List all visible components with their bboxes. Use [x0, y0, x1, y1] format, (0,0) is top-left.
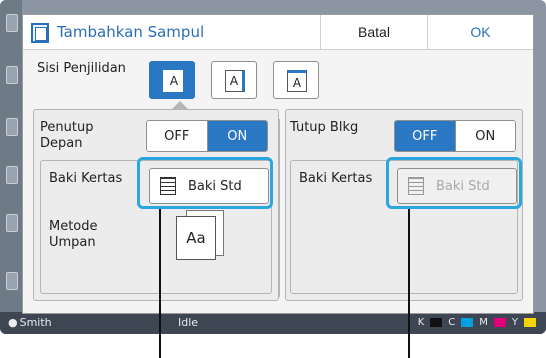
ink-levels: K C M Y: [418, 317, 536, 328]
front-cover-label: Penutup Depan: [40, 120, 94, 151]
ink-bar-c: [461, 318, 474, 327]
front-tray-label: Baki Kertas: [49, 171, 123, 186]
callout-line: [408, 209, 410, 358]
dialog-titlebar: Tambahkan Sampul Batal OK: [23, 15, 533, 50]
back-tray-label: Baki Kertas: [299, 171, 373, 186]
binding-top-button[interactable]: A: [273, 61, 319, 99]
section-divider: [279, 119, 280, 297]
dialog-title: Tambahkan Sampul: [57, 23, 205, 41]
binding-left-button[interactable]: A: [149, 61, 195, 99]
front-cover-on-button[interactable]: ON: [206, 121, 267, 151]
front-cover-off-button[interactable]: OFF: [147, 121, 207, 151]
binding-left-icon: A: [163, 70, 183, 92]
ink-label-c: C: [448, 317, 456, 328]
background-tab: [6, 118, 18, 136]
screen: ● Smith Idle K C M Y Tambahkan Sampul Bat…: [0, 0, 546, 358]
ink-bar-m: [493, 318, 506, 327]
cancel-button[interactable]: Batal: [321, 15, 427, 50]
ink-bar-y: [524, 318, 536, 327]
back-cover-on-button[interactable]: ON: [454, 121, 515, 151]
background-tab: [6, 14, 18, 32]
status-user-name: Smith: [19, 316, 52, 329]
ink-label-y: Y: [511, 317, 518, 328]
ink-label-k: K: [417, 317, 425, 328]
status-state: Idle: [178, 316, 199, 329]
selection-pointer: [172, 101, 188, 109]
binding-side-label: Sisi Penjilidan: [37, 61, 126, 76]
callout-highlight-back-tray: [386, 157, 522, 209]
status-bar: ● Smith Idle K C M Y: [0, 312, 546, 334]
background-tab: [6, 66, 18, 84]
background-tab: [6, 166, 18, 184]
feed-method-button[interactable]: Aa: [176, 210, 228, 262]
binding-top-icon: A: [287, 70, 307, 92]
cover-icon: [31, 23, 49, 43]
feed-method-label: Metode Umpan: [49, 219, 98, 250]
front-cover-toggle[interactable]: OFF ON: [146, 120, 268, 152]
feed-method-value: Aa: [176, 216, 216, 260]
ink-label-m: M: [479, 317, 488, 328]
back-cover-label: Tutup Blkg: [290, 120, 359, 135]
callout-highlight-front-tray: [137, 157, 273, 209]
background-tab: [6, 272, 18, 290]
user-icon: ●: [8, 316, 18, 329]
ok-button[interactable]: OK: [428, 15, 533, 50]
back-cover-off-button[interactable]: OFF: [395, 121, 455, 151]
binding-right-icon: A: [225, 70, 245, 92]
back-cover-toggle[interactable]: OFF ON: [394, 120, 516, 152]
binding-right-button[interactable]: A: [211, 61, 257, 99]
background-tab: [6, 214, 18, 232]
background-tab-strip: [0, 0, 22, 334]
status-user: ● Smith: [8, 316, 52, 329]
ink-bar-k: [430, 318, 443, 327]
callout-line: [159, 209, 161, 358]
